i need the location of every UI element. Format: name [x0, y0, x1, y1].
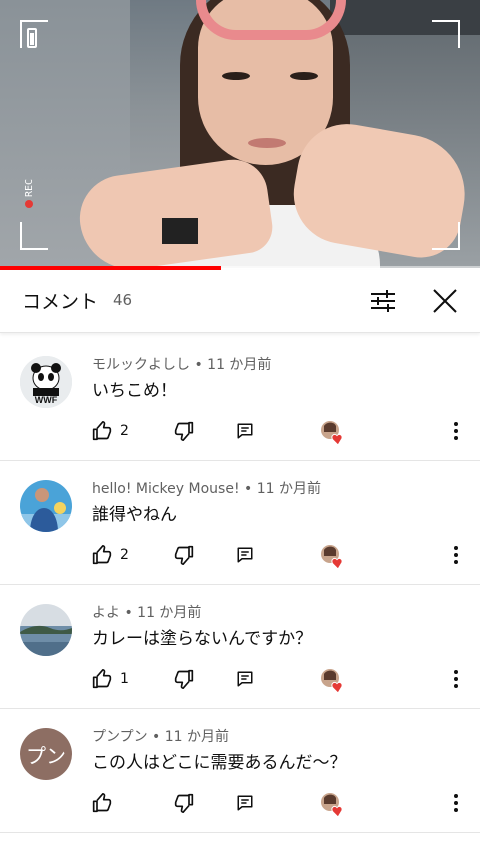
comment-author-meta: モルックよしし • 11 か月前 — [92, 357, 272, 373]
dislike-button[interactable] — [174, 542, 194, 568]
more-options-icon[interactable] — [448, 418, 464, 444]
thumbs-up-icon — [92, 669, 112, 689]
rec-dot-icon — [25, 200, 33, 208]
comment-actions: 2 — [92, 542, 472, 570]
video-player[interactable]: REC — [0, 0, 480, 268]
battery-icon — [27, 28, 37, 48]
like-count: 2 — [120, 547, 129, 563]
reply-icon — [237, 547, 253, 563]
thumbs-up-icon — [92, 793, 112, 813]
avatar[interactable] — [20, 480, 72, 532]
comment-item: hello! Mickey Mouse! • 11 か月前 誰得やねん 2 — [0, 460, 480, 585]
thumbs-down-icon — [174, 669, 194, 689]
reply-icon — [237, 671, 253, 687]
comment-actions: 2 — [92, 418, 472, 446]
creator-heart-icon — [320, 420, 346, 446]
thumbs-down-icon — [174, 545, 194, 565]
more-options-icon[interactable] — [448, 542, 464, 568]
thumbs-up-icon — [92, 545, 112, 565]
comment-text: この人はどこに需要あるんだ～？ — [92, 753, 347, 773]
comment-author-meta: プンプン • 11 か月前 — [92, 729, 230, 745]
person-eye-left — [222, 72, 250, 80]
comment-text: カレーは塗らないんですか？ — [92, 629, 313, 649]
creator-heart-icon — [320, 792, 346, 818]
avatar-initials: プン — [26, 743, 66, 768]
person-eye-right — [290, 72, 318, 80]
like-count: 1 — [120, 671, 129, 687]
comment-item: プン プンプン • 11 か月前 この人はどこに需要あるんだ～？ — [0, 708, 480, 833]
filter-sort-icon[interactable] — [368, 287, 398, 315]
like-button[interactable]: 2 — [92, 542, 129, 568]
viewfinder-corner-icon — [432, 20, 460, 48]
dislike-button[interactable] — [174, 666, 194, 692]
reply-button[interactable] — [236, 666, 254, 692]
creator-heart-icon — [320, 544, 346, 570]
thumbs-down-icon — [174, 793, 194, 813]
svg-text:WWF: WWF — [35, 395, 58, 405]
comment-author-meta: よよ • 11 か月前 — [92, 605, 202, 621]
reply-icon — [237, 795, 253, 811]
reply-button[interactable] — [236, 418, 254, 444]
viewfinder-corner-icon — [20, 222, 48, 250]
comments-header: コメント 46 — [0, 270, 480, 333]
person-headband — [196, 0, 346, 40]
reply-button[interactable] — [236, 542, 254, 568]
comment-actions: 1 — [92, 666, 472, 694]
comment-text: いちこめ！ — [92, 381, 177, 401]
comment-actions — [92, 790, 472, 818]
person-mouth — [248, 138, 286, 148]
dislike-button[interactable] — [174, 790, 194, 816]
comments-count: 46 — [113, 291, 133, 309]
viewfinder-corner-icon — [432, 222, 460, 250]
like-button[interactable] — [92, 790, 120, 816]
more-options-icon[interactable] — [448, 666, 464, 692]
thumbs-down-icon — [174, 421, 194, 441]
like-count: 2 — [120, 423, 129, 439]
comment-item: WWF モルックよしし • 11 か月前 いちこめ！ 2 — [0, 336, 480, 461]
comment-item: よよ • 11 か月前 カレーは塗らないんですか？ 1 — [0, 584, 480, 709]
avatar[interactable]: WWF — [20, 356, 72, 408]
like-button[interactable]: 2 — [92, 418, 129, 444]
camera-chip — [162, 218, 198, 244]
reply-icon — [237, 423, 253, 439]
thumbs-up-icon — [92, 421, 112, 441]
comment-text: 誰得やねん — [92, 505, 177, 525]
close-icon[interactable] — [430, 286, 460, 316]
reply-button[interactable] — [236, 790, 254, 816]
avatar[interactable]: プン — [20, 728, 72, 780]
rec-indicator: REC — [24, 168, 35, 208]
creator-heart-icon — [320, 668, 346, 694]
comments-title: コメント — [22, 291, 99, 313]
dislike-button[interactable] — [174, 418, 194, 444]
comment-author-meta: hello! Mickey Mouse! • 11 か月前 — [92, 481, 321, 497]
more-options-icon[interactable] — [448, 790, 464, 816]
like-button[interactable]: 1 — [92, 666, 129, 692]
avatar[interactable] — [20, 604, 72, 656]
